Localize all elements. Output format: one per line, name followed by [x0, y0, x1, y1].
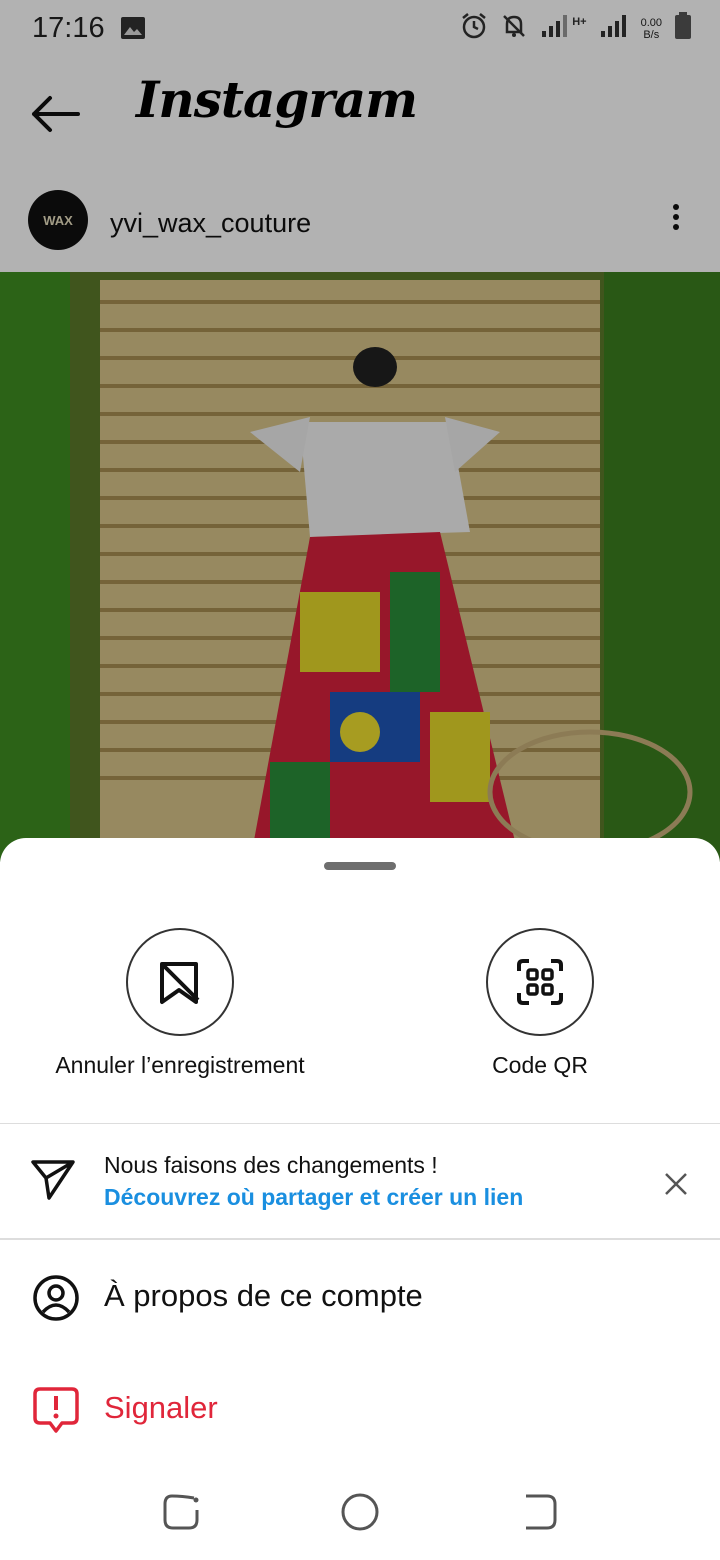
notice-link[interactable]: Découvrez où partager et créer un lien	[104, 1184, 523, 1211]
modal-backdrop[interactable]	[0, 0, 720, 862]
send-icon	[30, 1158, 76, 1205]
about-account-label: À propos de ce compte	[104, 1278, 423, 1313]
drag-handle[interactable]	[324, 862, 396, 870]
unsave-label: Annuler l’enregistrement	[55, 1052, 305, 1078]
unsave-button[interactable]: Annuler l’enregistrement	[30, 928, 330, 1079]
report-item[interactable]: Signaler	[0, 1364, 720, 1454]
report-label: Signaler	[104, 1390, 218, 1425]
about-account-item[interactable]: À propos de ce compte	[0, 1252, 720, 1342]
bottom-sheet: Annuler l’enregistrement Code QR Nous fa…	[0, 838, 720, 1560]
system-nav-bar	[0, 1472, 720, 1560]
divider	[0, 1238, 720, 1240]
back-nav-icon[interactable]	[520, 1492, 558, 1537]
account-circle-icon	[32, 1274, 80, 1327]
close-icon[interactable]	[660, 1168, 692, 1200]
recent-apps-icon[interactable]	[162, 1492, 200, 1537]
qr-code-label: Code QR	[492, 1052, 588, 1078]
unsave-bookmark-icon	[126, 928, 234, 1036]
report-icon	[32, 1386, 80, 1439]
qr-code-icon	[486, 928, 594, 1036]
app-screen: 17:16 H+ 0.00 B/s Instagram WAX yvi_wax_…	[0, 0, 720, 1560]
share-notice[interactable]: Nous faisons des changements ! Découvrez…	[0, 1124, 720, 1238]
home-icon[interactable]	[340, 1492, 380, 1537]
notice-title: Nous faisons des changements !	[104, 1152, 438, 1178]
qr-code-button[interactable]: Code QR	[390, 928, 690, 1079]
